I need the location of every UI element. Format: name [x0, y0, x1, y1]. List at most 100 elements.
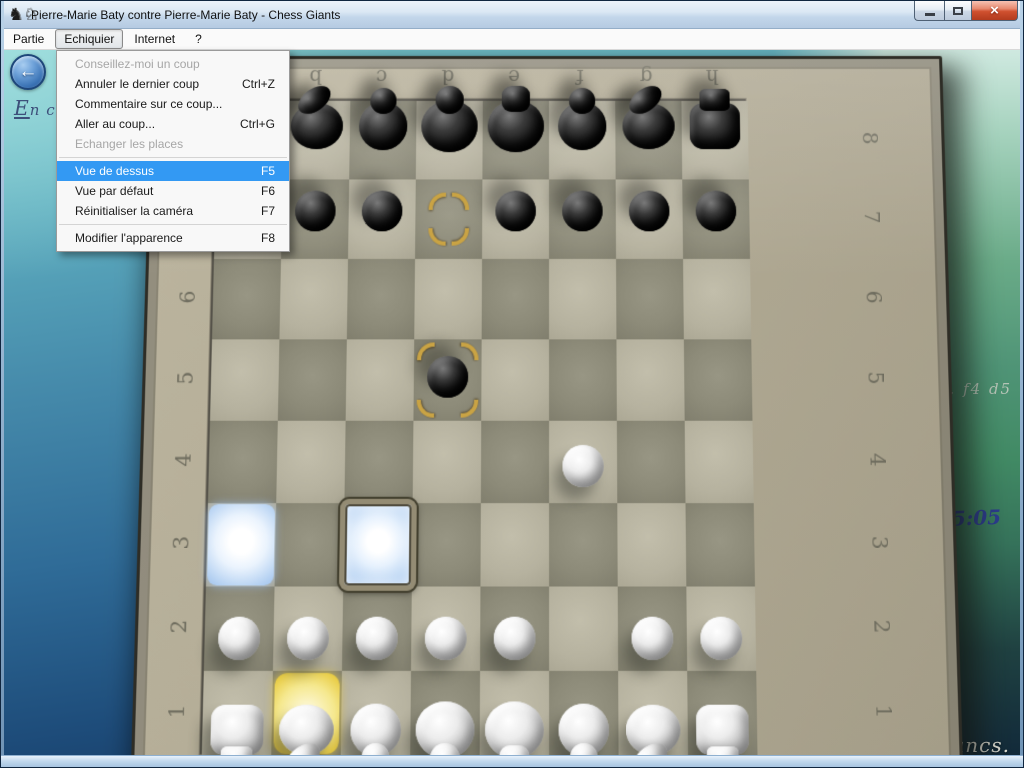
square-d4[interactable]	[413, 421, 482, 503]
square-b6[interactable]	[279, 259, 348, 339]
square-g3[interactable]	[617, 503, 686, 586]
piece-white-pawn-e2[interactable]	[480, 596, 549, 681]
square-h3[interactable]	[685, 503, 754, 586]
piece-black-bishop-f8[interactable]	[549, 87, 616, 165]
piece-black-pawn-h7[interactable]	[682, 171, 750, 250]
close-button[interactable]: ×	[972, 1, 1018, 21]
piece-black-rook-h8[interactable]	[681, 87, 748, 165]
pawn-body	[425, 617, 467, 660]
rank-label-2-right: 2	[841, 612, 923, 640]
piece-black-knight-b8[interactable]	[283, 87, 351, 165]
piece-black-pawn-d5[interactable]	[413, 336, 481, 417]
window-frame: ♞♘ Pierre-Marie Baty contre Pierre-Marie…	[0, 0, 1024, 768]
square-d6[interactable]	[414, 259, 482, 339]
square-e6[interactable]	[482, 259, 549, 339]
square-f5[interactable]	[549, 339, 617, 420]
menu-separator	[59, 157, 287, 158]
piece-white-knight-g1[interactable]	[618, 687, 688, 755]
square-c6[interactable]	[347, 259, 415, 339]
piece-white-pawn-d2[interactable]	[411, 596, 481, 681]
square-f3[interactable]	[549, 503, 618, 586]
square-b3[interactable]	[275, 503, 345, 586]
menu-item-vue-de-dessus[interactable]: Vue de dessusF5	[57, 161, 289, 181]
piece-black-bishop-c8[interactable]	[349, 87, 416, 165]
pawn-body	[700, 617, 742, 660]
rook-head	[707, 746, 739, 755]
queen-body	[415, 701, 474, 755]
menubar-item-echiquier[interactable]: Echiquier	[55, 29, 123, 49]
square-d7[interactable]	[415, 179, 482, 258]
square-f6[interactable]	[549, 259, 616, 339]
knight-body	[290, 103, 343, 149]
menu-item-label: Conseillez-moi un coup	[75, 57, 263, 71]
square-g5[interactable]	[616, 339, 684, 420]
square-h5[interactable]	[684, 339, 753, 420]
square-c4[interactable]	[344, 421, 413, 503]
square-a5[interactable]	[210, 339, 279, 420]
menu-item-echanger-les-places[interactable]: Echanger les places	[57, 134, 289, 154]
piece-white-rook-a1[interactable]	[201, 687, 272, 755]
menubar-item-partie[interactable]: Partie	[4, 29, 53, 49]
rank-label-6-right: 6	[834, 284, 914, 311]
piece-black-queen-d8[interactable]	[416, 87, 483, 165]
square-e4[interactable]	[481, 421, 549, 503]
piece-white-bishop-c1[interactable]	[340, 687, 410, 755]
piece-white-pawn-b2[interactable]	[273, 596, 343, 681]
piece-white-pawn-c2[interactable]	[342, 596, 412, 681]
menu-item-r-initialiser-la-cam-ra[interactable]: Réinitialiser la caméraF7	[57, 201, 289, 221]
square-h6[interactable]	[683, 259, 751, 339]
menu-item-commentaire-sur-ce-coup-[interactable]: Commentaire sur ce coup...	[57, 94, 289, 114]
pawn-body	[218, 617, 261, 660]
square-b5[interactable]	[278, 339, 347, 420]
piece-black-knight-g8[interactable]	[615, 87, 682, 165]
square-d3[interactable]	[412, 503, 481, 586]
piece-black-pawn-c7[interactable]	[348, 171, 416, 250]
square-c5[interactable]	[346, 339, 415, 420]
square-h4[interactable]	[685, 421, 754, 503]
piece-white-pawn-h2[interactable]	[686, 596, 756, 681]
menu-item-modifier-l-apparence[interactable]: Modifier l'apparenceF8	[57, 228, 289, 248]
square-g6[interactable]	[616, 259, 684, 339]
piece-black-pawn-f7[interactable]	[549, 171, 616, 250]
square-a4[interactable]	[208, 421, 278, 503]
piece-white-pawn-f4[interactable]	[549, 425, 617, 507]
file-label-c-top: c	[349, 65, 415, 89]
piece-white-king-e1[interactable]	[480, 687, 550, 755]
menu-bar: PartieEchiquierInternet?	[2, 29, 1022, 50]
square-f2[interactable]	[549, 587, 618, 671]
back-button[interactable]: ←	[10, 54, 46, 90]
square-a6[interactable]	[212, 259, 281, 339]
square-e5[interactable]	[481, 339, 549, 420]
piece-black-pawn-e7[interactable]	[482, 171, 549, 250]
pawn-body	[562, 191, 603, 232]
piece-white-rook-h1[interactable]	[687, 687, 757, 755]
rank-label-3-right: 3	[839, 529, 921, 557]
piece-white-knight-b1[interactable]	[271, 687, 342, 755]
piece-white-pawn-a2[interactable]	[204, 596, 275, 681]
piece-white-pawn-g2[interactable]	[618, 596, 688, 681]
maximize-button[interactable]	[944, 1, 972, 21]
menu-separator	[59, 224, 287, 225]
menu-item-aller-au-coup-[interactable]: Aller au coup...Ctrl+G	[57, 114, 289, 134]
king-body	[485, 701, 544, 755]
menubar-item-internet[interactable]: Internet	[125, 29, 184, 49]
piece-white-bishop-f1[interactable]	[549, 687, 619, 755]
menu-item-conseillez-moi-un-coup[interactable]: Conseillez-moi un coup	[57, 54, 289, 74]
menu-item-annuler-le-dernier-coup[interactable]: Annuler le dernier coupCtrl+Z	[57, 74, 289, 94]
menubar-item-?[interactable]: ?	[186, 29, 211, 49]
king-body	[488, 100, 544, 152]
square-g4[interactable]	[617, 421, 686, 503]
rook-head	[699, 89, 729, 111]
piece-black-king-e8[interactable]	[482, 87, 549, 165]
piece-black-pawn-g7[interactable]	[616, 171, 683, 250]
menu-item-label: Vue par défaut	[75, 184, 249, 198]
menu-item-shortcut: F7	[261, 204, 275, 218]
menu-item-vue-par-d-faut[interactable]: Vue par défautF6	[57, 181, 289, 201]
square-e3[interactable]	[480, 503, 549, 586]
piece-black-pawn-b7[interactable]	[281, 171, 349, 250]
piece-white-queen-d1[interactable]	[410, 687, 480, 755]
title-bar[interactable]: ♞♘ Pierre-Marie Baty contre Pierre-Marie…	[1, 1, 1023, 29]
minimize-button[interactable]	[914, 1, 944, 21]
square-b4[interactable]	[276, 421, 345, 503]
rank-label-8-right: 8	[830, 125, 909, 151]
